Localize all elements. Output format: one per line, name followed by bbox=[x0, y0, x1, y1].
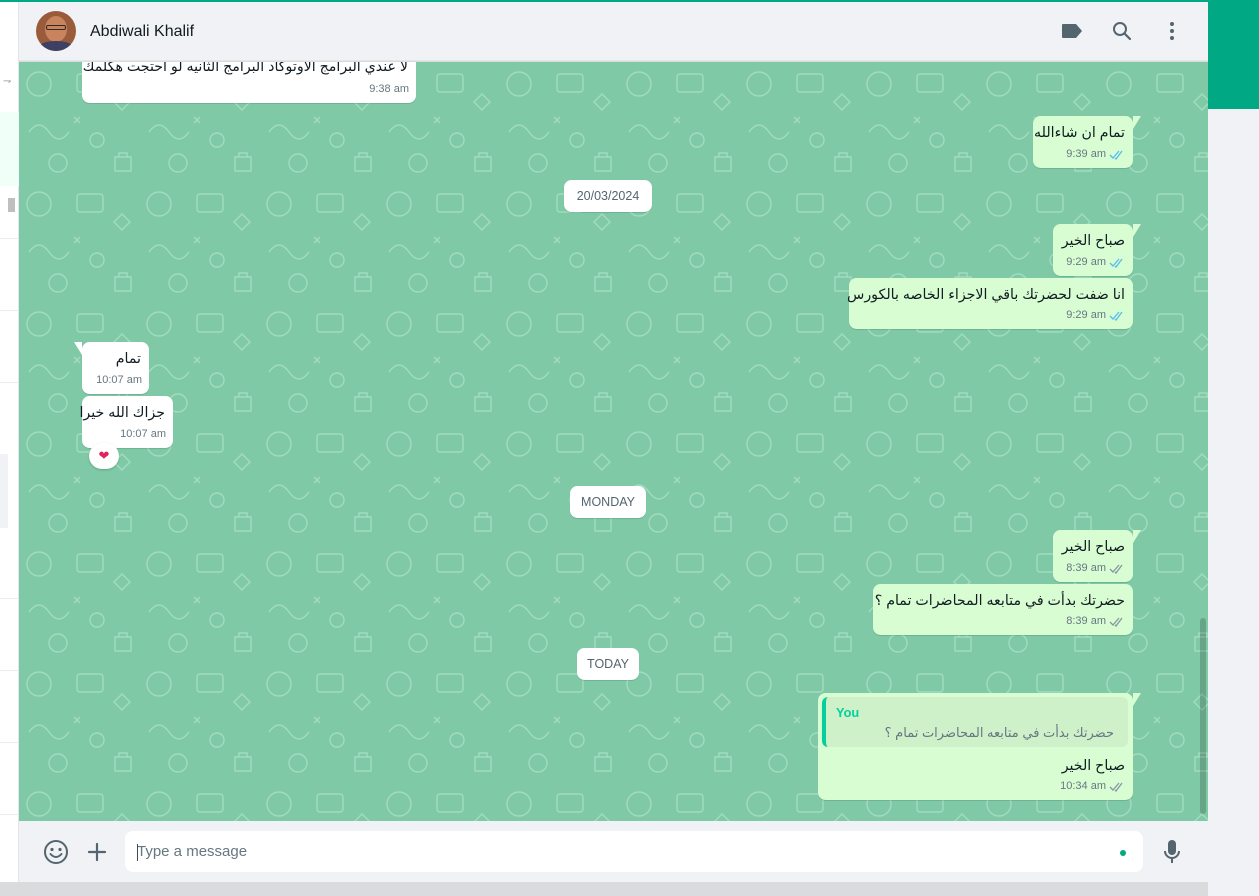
label-icon[interactable] bbox=[1060, 19, 1084, 43]
window-bottom-edge bbox=[0, 882, 1208, 896]
message-text: صباح الخير bbox=[1061, 539, 1125, 555]
input-status-dot bbox=[1120, 850, 1126, 856]
chat-header[interactable]: Abdiwali Khalif bbox=[19, 2, 1208, 61]
divider bbox=[0, 742, 19, 743]
delivered-tick-icon bbox=[1109, 564, 1123, 574]
message-text: انا ضفت لحضرتك باقي الاجزاء الخاصه بالكو… bbox=[847, 287, 1125, 303]
read-tick-icon bbox=[1109, 150, 1123, 160]
message-time: 8:39 am bbox=[1066, 562, 1106, 574]
message-text: صباح الخير bbox=[1061, 758, 1125, 774]
selected-chat-highlight bbox=[0, 112, 19, 186]
message-text: تمام ان شاءالله bbox=[1034, 125, 1125, 141]
delivered-tick-icon bbox=[1109, 782, 1123, 792]
message-bubble[interactable]: لا عندي البرامج الاوتوكاد البرامج الثاني… bbox=[82, 62, 416, 103]
bubble-tail bbox=[1133, 116, 1141, 129]
message-meta: 9:38 am bbox=[369, 80, 409, 99]
quoted-author: You bbox=[836, 705, 860, 720]
composer bbox=[19, 821, 1208, 882]
window-side-panel bbox=[1208, 109, 1259, 896]
search-icon[interactable] bbox=[1110, 19, 1134, 43]
message-meta: 9:29 am bbox=[1066, 306, 1125, 325]
message-meta: 10:07 am bbox=[120, 425, 166, 444]
message-meta: 10:34 am bbox=[1060, 777, 1125, 796]
bubble-tail bbox=[74, 342, 82, 355]
message-time: 9:29 am bbox=[1066, 256, 1106, 268]
message-bubble[interactable]: جزاك الله خيرا 10:07 am bbox=[79, 396, 173, 448]
message-meta: 9:39 am bbox=[1066, 145, 1125, 164]
message-bubble[interactable]: صباح الخير 8:39 am bbox=[1053, 530, 1141, 582]
message-scrollbar-thumb[interactable] bbox=[1200, 618, 1206, 814]
message-text: صباح الخير bbox=[1061, 233, 1125, 249]
message-time: 10:07 am bbox=[96, 374, 142, 386]
message-meta: 8:39 am bbox=[1066, 612, 1125, 631]
divider bbox=[0, 310, 19, 311]
message-text: تمام bbox=[115, 351, 141, 367]
avatar-glasses bbox=[46, 25, 66, 30]
message-time: 10:07 am bbox=[120, 428, 166, 440]
chat-list-item-hover bbox=[0, 454, 8, 528]
message-bubble[interactable]: تمام 10:07 am bbox=[74, 342, 149, 394]
window-accent-panel bbox=[1208, 0, 1259, 109]
avatar-shirt bbox=[38, 41, 74, 51]
message-meta: 9:29 am bbox=[1066, 253, 1125, 272]
message-bubble[interactable]: حضرتك بدأت في متابعه المحاضرات تمام ؟ 8:… bbox=[873, 584, 1133, 635]
message-time: 10:34 am bbox=[1060, 780, 1106, 792]
date-separator: TODAY bbox=[577, 648, 639, 680]
message-text: جزاك الله خيرا bbox=[79, 405, 165, 421]
divider bbox=[0, 670, 19, 671]
read-tick-icon bbox=[1109, 311, 1123, 321]
contact-name[interactable]: Abdiwali Khalif bbox=[90, 23, 194, 41]
quoted-text: حضرتك بدأت في متابعه المحاضرات تمام ؟ bbox=[884, 725, 1114, 740]
message-list[interactable]: لا عندي البرامج الاوتوكاد البرامج الثاني… bbox=[19, 62, 1208, 821]
bubble-tail bbox=[1133, 530, 1141, 543]
menu-icon[interactable] bbox=[1160, 19, 1184, 43]
date-separator: MONDAY bbox=[570, 486, 646, 518]
text-caret bbox=[137, 844, 138, 861]
message-time: 9:39 am bbox=[1066, 148, 1106, 160]
divider bbox=[0, 598, 19, 599]
message-time: 8:39 am bbox=[1066, 615, 1106, 627]
quoted-message[interactable]: You حضرتك بدأت في متابعه المحاضرات تمام … bbox=[822, 697, 1128, 747]
avatar[interactable] bbox=[36, 11, 76, 51]
mic-icon[interactable] bbox=[1159, 839, 1185, 865]
read-tick-icon bbox=[1109, 258, 1123, 268]
message-meta: 10:07 am bbox=[96, 371, 142, 390]
message-input[interactable] bbox=[125, 831, 1143, 872]
chat-list-scrollbar[interactable] bbox=[8, 198, 15, 212]
message-time: 9:38 am bbox=[369, 83, 409, 95]
plus-icon[interactable] bbox=[84, 839, 110, 865]
chat-list-edge[interactable]: ⇁ bbox=[0, 2, 19, 882]
message-bubble[interactable]: انا ضفت لحضرتك باقي الاجزاء الخاصه بالكو… bbox=[847, 278, 1133, 329]
emoji-icon[interactable] bbox=[43, 839, 69, 865]
message-meta: 8:39 am bbox=[1066, 559, 1125, 578]
heart-reaction[interactable]: ❤ bbox=[89, 443, 119, 469]
bubble-tail bbox=[1133, 224, 1141, 237]
message-bubble[interactable]: صباح الخير 9:29 am bbox=[1053, 224, 1141, 276]
divider bbox=[0, 382, 19, 383]
message-bubble[interactable]: تمام ان شاءالله 9:39 am bbox=[1033, 116, 1141, 168]
chat-list-glyph: ⇁ bbox=[3, 76, 12, 87]
message-text: حضرتك بدأت في متابعه المحاضرات تمام ؟ bbox=[874, 593, 1125, 609]
delivered-tick-icon bbox=[1109, 617, 1123, 627]
message-text: لا عندي البرامج الاوتوكاد البرامج الثاني… bbox=[82, 62, 408, 75]
divider bbox=[0, 814, 19, 815]
bubble-tail bbox=[1133, 693, 1141, 706]
divider bbox=[0, 238, 19, 239]
message-bubble[interactable]: You حضرتك بدأت في متابعه المحاضرات تمام … bbox=[818, 693, 1141, 800]
message-time: 9:29 am bbox=[1066, 309, 1106, 321]
date-separator: 20/03/2024 bbox=[564, 180, 652, 212]
